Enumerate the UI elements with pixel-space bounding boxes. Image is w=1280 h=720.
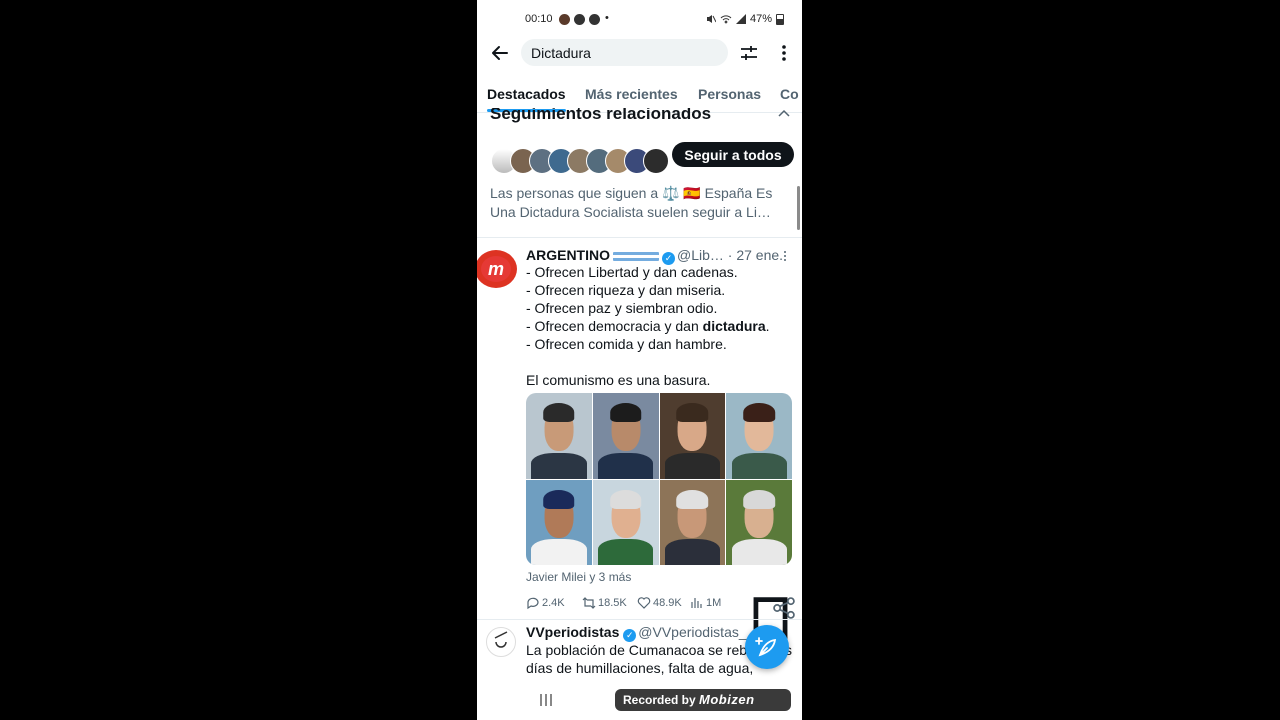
compose-tweet-button[interactable] (745, 625, 789, 669)
recorder-prefix: Recorded by (623, 693, 696, 707)
recorder-brand: Mobizen (699, 692, 755, 707)
back-arrow-icon[interactable] (489, 42, 511, 64)
tab-mas-recientes[interactable]: Más recientes (585, 86, 678, 102)
follow-all-button[interactable]: Seguir a todos (672, 142, 794, 167)
image-tags[interactable]: Javier Milei y 3 más (526, 570, 631, 584)
filter-icon[interactable] (739, 43, 759, 63)
chevron-up-icon[interactable] (777, 108, 791, 118)
system-icons: 47% (706, 13, 784, 25)
more-options-icon[interactable] (776, 43, 792, 63)
photo-portrait (659, 393, 726, 479)
tweet-avatar[interactable] (486, 627, 516, 657)
avatar (643, 148, 669, 174)
argentina-flags-icon (613, 251, 659, 261)
related-description: Las personas que siguen a ⚖️ 🇪🇸 España E… (490, 185, 773, 220)
tweet-line: - Ofrecen Libertad y dan cadenas. (526, 264, 738, 280)
search-query: Dictadura (531, 45, 591, 61)
wifi-icon (720, 15, 732, 24)
reply-button[interactable]: 2.4K (526, 596, 565, 610)
tweet-line: - Ofrecen comida y dan hambre. (526, 336, 727, 352)
photo-portrait (726, 479, 792, 565)
tweet-image[interactable] (526, 393, 792, 565)
avatar-logo: m (481, 256, 511, 282)
photo-portrait (592, 479, 659, 565)
retweet-count: 18.5K (598, 597, 627, 609)
tweet-line-text: La población de Cumanacoa se reb (526, 642, 748, 658)
tweet-avatar[interactable]: m (477, 250, 517, 288)
tweet-header: VVperiodistas ✓ @VVperiodistas_ (526, 624, 747, 642)
reply-icon (527, 597, 539, 610)
notification-icon (559, 14, 570, 25)
tweet-line-text: - Ofrecen democracia y dan (526, 318, 703, 334)
tweet-line-suffix: . (765, 318, 770, 334)
related-avatars[interactable] (491, 148, 669, 174)
divider (477, 619, 802, 620)
tab-communities[interactable]: Co (780, 86, 799, 102)
screen-recorder-watermark: Recorded by Mobizen (615, 689, 791, 711)
view-count: 1M (706, 597, 722, 609)
more-notifications-dot: • (605, 12, 609, 24)
retweet-icon (582, 597, 596, 609)
photo-portrait (726, 393, 792, 479)
scrollbar-thumb[interactable] (797, 186, 800, 230)
avatar-logo-icon (494, 631, 508, 648)
tweet-line: El comunismo es una basura. (526, 372, 711, 388)
tweet-author-name[interactable]: ARGENTINO (526, 247, 610, 263)
notification-icon (574, 14, 585, 25)
compose-feather-icon (755, 637, 777, 657)
retweet-button[interactable]: 18.5K (582, 596, 627, 610)
views-icon (691, 598, 702, 608)
tweet-line: - Ofrecen paz y siembran odio. (526, 300, 718, 316)
heart-icon (637, 597, 651, 609)
views-button[interactable]: 1M (690, 596, 721, 610)
reply-count: 2.4K (542, 597, 565, 609)
signal-icon (735, 14, 746, 24)
phone-screen: 00:10 • 47% Dictadura Destacados Más rec… (477, 0, 802, 720)
tweet-menu-icon[interactable] (783, 250, 787, 262)
like-count: 48.9K (653, 597, 682, 609)
tweet-line: - Ofrecen democracia y dan dictadura. (526, 317, 796, 335)
tweet-handle[interactable]: @Lib… (677, 247, 724, 263)
divider (477, 237, 802, 238)
tab-personas[interactable]: Personas (698, 86, 761, 102)
mute-icon (706, 15, 716, 23)
tweet-actions: 2.4K 18.5K 48.9K 1M (526, 595, 796, 647)
search-highlight: dictadura (702, 318, 766, 334)
photo-portrait (592, 393, 659, 479)
tweet-line (526, 353, 796, 371)
photo-portrait (526, 479, 592, 565)
tweet-date: · 27 ene. (727, 247, 784, 263)
share-icon[interactable] (772, 596, 796, 620)
tweet-line: - Ofrecen riqueza y dan miseria. (526, 282, 726, 298)
like-button[interactable]: 48.9K (637, 596, 682, 610)
photo-portrait (659, 479, 726, 565)
tab-destacados[interactable]: Destacados (487, 86, 566, 102)
search-input[interactable]: Dictadura (521, 39, 728, 66)
notification-icon (589, 14, 600, 25)
battery-icon (776, 13, 784, 25)
tweet-handle[interactable]: @VVperiodistas_ (638, 624, 746, 640)
tweet-text: - Ofrecen Libertad y dan cadenas. - Ofre… (526, 263, 796, 389)
recent-apps-icon[interactable] (539, 693, 553, 707)
status-time: 00:10 (525, 13, 553, 25)
status-bar: 00:10 • 47% (477, 0, 802, 38)
battery-percent: 47% (749, 13, 772, 25)
photo-portrait (526, 393, 592, 479)
tweet-author-name[interactable]: VVperiodistas (526, 624, 619, 640)
